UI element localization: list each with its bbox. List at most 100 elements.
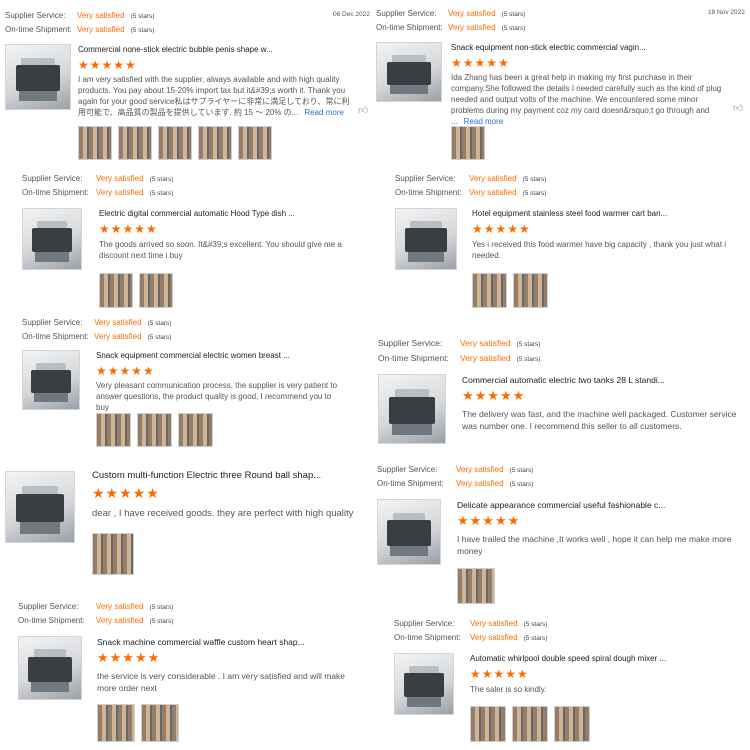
- on-time-shipment-label: On-time Shipment:: [376, 23, 443, 32]
- review-photo[interactable]: [141, 704, 179, 742]
- product-title-link[interactable]: Commercial automatic electric two tanks …: [462, 375, 665, 385]
- on-time-shipment-label: On-time Shipment:: [394, 633, 461, 642]
- supplier-service-value: Very satisfied: [460, 338, 511, 348]
- product-thumbnail[interactable]: [378, 374, 446, 444]
- supplier-service-stars-note: (5 stars): [130, 13, 155, 20]
- review-photo[interactable]: [158, 126, 192, 160]
- review-photo[interactable]: [92, 533, 134, 575]
- rating-stars: ★★★★★: [472, 222, 531, 236]
- supplier-service-stars-note: (5 stars): [149, 604, 174, 611]
- rating-stars: ★★★★★: [462, 388, 526, 403]
- on-time-shipment-label: On-time Shipment:: [378, 353, 449, 363]
- review-photo[interactable]: [472, 273, 507, 308]
- review-photo[interactable]: [512, 706, 548, 742]
- product-thumbnail[interactable]: [18, 636, 82, 700]
- read-more-link[interactable]: Read more: [464, 117, 504, 126]
- on-time-shipment-label: On-time Shipment:: [22, 188, 89, 197]
- review-text: The goods arrived so soon. It&#39;s exce…: [99, 239, 361, 261]
- product-title-link[interactable]: Delicate appearance commercial useful fa…: [457, 500, 665, 510]
- product-title-link[interactable]: Custom multi-function Electric three Rou…: [92, 470, 321, 481]
- supplier-service-label: Supplier Service:: [395, 174, 456, 183]
- on-time-shipment-value: Very satisfied: [456, 479, 504, 488]
- on-time-shipment-row: On-time Shipment: Very satisfied (5 stars): [5, 24, 154, 36]
- on-time-shipment-stars-note: (5 stars): [130, 27, 155, 34]
- product-thumbnail[interactable]: [22, 208, 82, 270]
- supplier-service-row: Supplier Service: Very satisfied (5 stars): [22, 173, 173, 185]
- on-time-shipment-row: On-time Shipment: Very satisfied (5 stars): [377, 478, 533, 490]
- review-photo[interactable]: [198, 126, 232, 160]
- product-title-link[interactable]: Hotel equipment stainless steel food war…: [472, 209, 667, 218]
- product-title-link[interactable]: Commercial none-stick electric bubble pe…: [78, 45, 273, 54]
- supplier-service-row: Supplier Service: Very satisfied (5 stars): [22, 317, 171, 329]
- product-thumbnail[interactable]: [5, 471, 75, 543]
- review-text: Yes i received this food warmer have big…: [472, 239, 734, 261]
- review-photos: [96, 413, 213, 447]
- review-date: 06 Dec 2022: [333, 11, 370, 18]
- review-body: The delivery was fast, and the machine w…: [462, 409, 737, 431]
- review-photo[interactable]: [99, 273, 133, 308]
- supplier-service-label: Supplier Service:: [394, 619, 455, 628]
- rating-stars: ★★★★★: [99, 222, 158, 236]
- supplier-service-value: Very satisfied: [94, 318, 142, 327]
- review-photos: [97, 704, 179, 742]
- review-photo[interactable]: [451, 126, 485, 160]
- review-body: The saler is so kindly.: [470, 685, 547, 694]
- review-photos: [99, 273, 173, 308]
- review-body: The goods arrived so soon. It&#39;s exce…: [99, 240, 342, 260]
- thumbs-up-icon[interactable]: 👍︎: [358, 104, 368, 116]
- product-title-link[interactable]: Electric digital commercial automatic Ho…: [99, 209, 295, 218]
- product-thumbnail[interactable]: [395, 208, 457, 270]
- review-photo[interactable]: [137, 413, 172, 447]
- product-thumbnail[interactable]: [376, 42, 442, 102]
- product-title-link[interactable]: Snack machine commercial waffle custom h…: [97, 637, 305, 647]
- read-more-link[interactable]: Read more: [304, 108, 344, 117]
- review-photo[interactable]: [139, 273, 173, 308]
- review-text: the service is very considerable . I am …: [97, 670, 359, 694]
- review-photo[interactable]: [178, 413, 213, 447]
- on-time-shipment-stars-note: (5 stars): [147, 334, 172, 341]
- on-time-shipment-value: Very satisfied: [460, 353, 511, 363]
- review-photo[interactable]: [97, 704, 135, 742]
- review-photos: [457, 568, 495, 604]
- rating-stars: ★★★★★: [451, 56, 510, 70]
- rating-stars: ★★★★★: [96, 364, 155, 378]
- on-time-shipment-value: Very satisfied: [96, 188, 144, 197]
- on-time-shipment-label: On-time Shipment:: [5, 25, 72, 34]
- supplier-service-value: Very satisfied: [77, 11, 125, 20]
- product-title-link[interactable]: Automatic whirlpool double speed spiral …: [470, 654, 666, 663]
- review-photo[interactable]: [457, 568, 495, 604]
- review-photo[interactable]: [513, 273, 548, 308]
- product-thumbnail[interactable]: [394, 653, 454, 715]
- review-photo[interactable]: [554, 706, 590, 742]
- review-text: dear , I have received goods. they are p…: [92, 507, 362, 520]
- review-text: Ida Zhang has been a great help in makin…: [451, 72, 731, 127]
- review-photo[interactable]: [470, 706, 506, 742]
- review-text: I am very satisfied with the supplier, a…: [78, 74, 356, 118]
- product-thumbnail[interactable]: [5, 44, 71, 110]
- product-title-link[interactable]: Snack equipment commercial electric wome…: [96, 351, 290, 360]
- supplier-service-row: Supplier Service: Very satisfied (5 stars): [395, 173, 546, 185]
- review-text: The saler is so kindly.: [470, 684, 732, 695]
- product-thumbnail[interactable]: [377, 499, 441, 565]
- review-photos: [78, 126, 272, 160]
- supplier-service-label: Supplier Service:: [22, 174, 83, 183]
- product-thumbnail[interactable]: [22, 350, 80, 410]
- supplier-service-stars-note: (5 stars): [523, 621, 548, 628]
- supplier-service-row: Supplier Service: Very satisfied (5 stars): [394, 618, 547, 630]
- on-time-shipment-stars-note: (5 stars): [149, 618, 174, 625]
- review-photo[interactable]: [238, 126, 272, 160]
- product-title-link[interactable]: Snack equipment non-stick electric comme…: [451, 43, 646, 52]
- on-time-shipment-stars-note: (5 stars): [523, 635, 548, 642]
- review-body: dear , I have received goods. they are p…: [92, 508, 354, 519]
- thumbs-up-icon[interactable]: 👍︎: [733, 102, 743, 114]
- review-photos: [470, 706, 590, 742]
- review-body: Very pleasant communication process, the…: [96, 381, 338, 412]
- review-photo[interactable]: [118, 126, 152, 160]
- review-photo[interactable]: [78, 126, 112, 160]
- review-photo[interactable]: [96, 413, 131, 447]
- review-body: the service is very considerable . I am …: [97, 671, 346, 693]
- supplier-service-value: Very satisfied: [456, 465, 504, 474]
- supplier-service-stars-note: (5 stars): [516, 341, 541, 348]
- on-time-shipment-row: On-time Shipment: Very satisfied (5 stars): [22, 331, 171, 343]
- rating-stars: ★★★★★: [78, 58, 137, 72]
